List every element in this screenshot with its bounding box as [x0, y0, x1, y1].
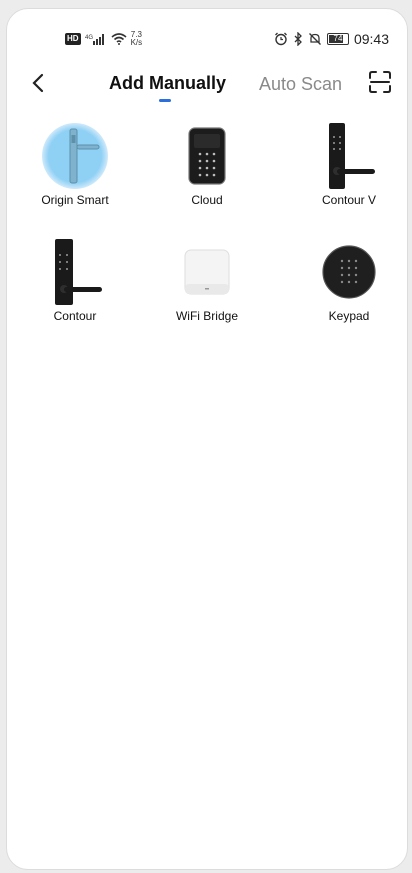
wifi-bridge-icon	[184, 249, 230, 295]
device-cloud[interactable]: Cloud	[157, 121, 257, 207]
alarm-icon	[274, 32, 287, 46]
tab-auto-scan[interactable]: Auto Scan	[259, 74, 342, 95]
device-contour-v[interactable]: Contour V	[299, 121, 399, 207]
active-tab-indicator	[159, 99, 171, 102]
device-label: WiFi Bridge	[175, 309, 238, 323]
origin-smart-lock-icon	[42, 123, 108, 189]
back-arrow-icon[interactable]	[27, 71, 51, 95]
device-origin-smart[interactable]: Origin Smart	[25, 121, 125, 207]
mute-icon	[308, 33, 321, 45]
device-label: Cloud	[191, 193, 223, 207]
scan-icon[interactable]	[367, 69, 393, 95]
app-screen: HD 4G 7.3 K/s 74 09:43 Add Manually Auto…	[6, 8, 408, 870]
contour-lock-icon	[55, 239, 102, 305]
keypad-icon	[322, 245, 376, 299]
top-navigation: Add Manually Auto Scan	[7, 65, 407, 109]
device-contour[interactable]: Contour	[25, 237, 125, 323]
tab-add-manually[interactable]: Add Manually	[109, 73, 226, 94]
wifi-icon	[111, 33, 127, 45]
bluetooth-icon	[294, 32, 302, 46]
device-label: Contour V	[321, 193, 377, 207]
device-wifi-bridge[interactable]: WiFi Bridge	[157, 237, 257, 323]
battery-icon: 74	[326, 33, 349, 45]
device-label: Origin Smart	[41, 193, 109, 207]
device-keypad[interactable]: Keypad	[299, 237, 399, 323]
network-speed: 7.3 K/s	[130, 30, 143, 47]
contour-v-lock-icon	[329, 123, 375, 189]
clock: 09:43	[353, 31, 389, 47]
cell-signal-icon: 4G	[85, 34, 104, 45]
cloud-keypad-icon	[188, 127, 226, 185]
device-label: Keypad	[328, 309, 370, 323]
svg-text:4G: 4G	[85, 35, 93, 41]
hd-badge: HD	[65, 33, 81, 45]
status-bar: HD 4G 7.3 K/s 74 09:43	[7, 27, 407, 57]
device-label: Contour	[53, 309, 97, 323]
